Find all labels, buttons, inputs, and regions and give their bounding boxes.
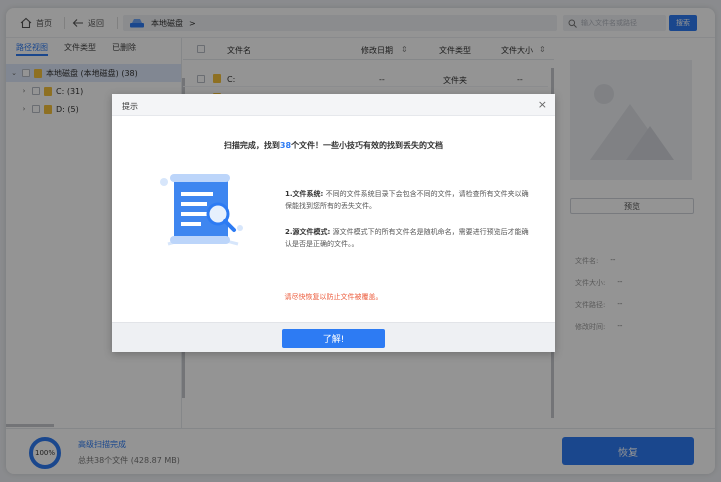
headline-prefix: 扫描完成，找到	[223, 141, 280, 150]
dialog-headline: 扫描完成，找到38个文件！一些小技巧有效的找到丢失的文档	[112, 140, 555, 151]
ok-button[interactable]: 了解!	[282, 329, 385, 348]
tip-dialog: 提示 × 扫描完成，找到38个文件！一些小技巧有效的找到丢失的文档 1.文件系统…	[112, 94, 555, 352]
headline-suffix: 个文件！一些小技巧有效的找到丢失的文档	[291, 141, 444, 150]
tip-file-system: 1.文件系统: 不同的文件系统目录下会包含不同的文件，请检查所有文件夹以确保能找…	[285, 188, 535, 212]
dialog-title: 提示	[122, 102, 138, 111]
dialog-header: 提示 ×	[112, 94, 555, 116]
close-icon[interactable]: ×	[538, 98, 547, 111]
dialog-footer: 了解!	[112, 322, 555, 352]
tip-raw-mode: 2.源文件模式: 源文件模式下的所有文件名是随机命名，需要进行预览后才能确认是否…	[285, 226, 535, 250]
tip-title: 1.文件系统:	[285, 190, 324, 198]
tip-title: 2.源文件模式:	[285, 228, 331, 236]
file-count: 38	[279, 141, 292, 150]
overwrite-warning: 请尽快恢复以防止文件被覆盖。	[284, 293, 383, 301]
document-search-illustration	[160, 174, 243, 246]
